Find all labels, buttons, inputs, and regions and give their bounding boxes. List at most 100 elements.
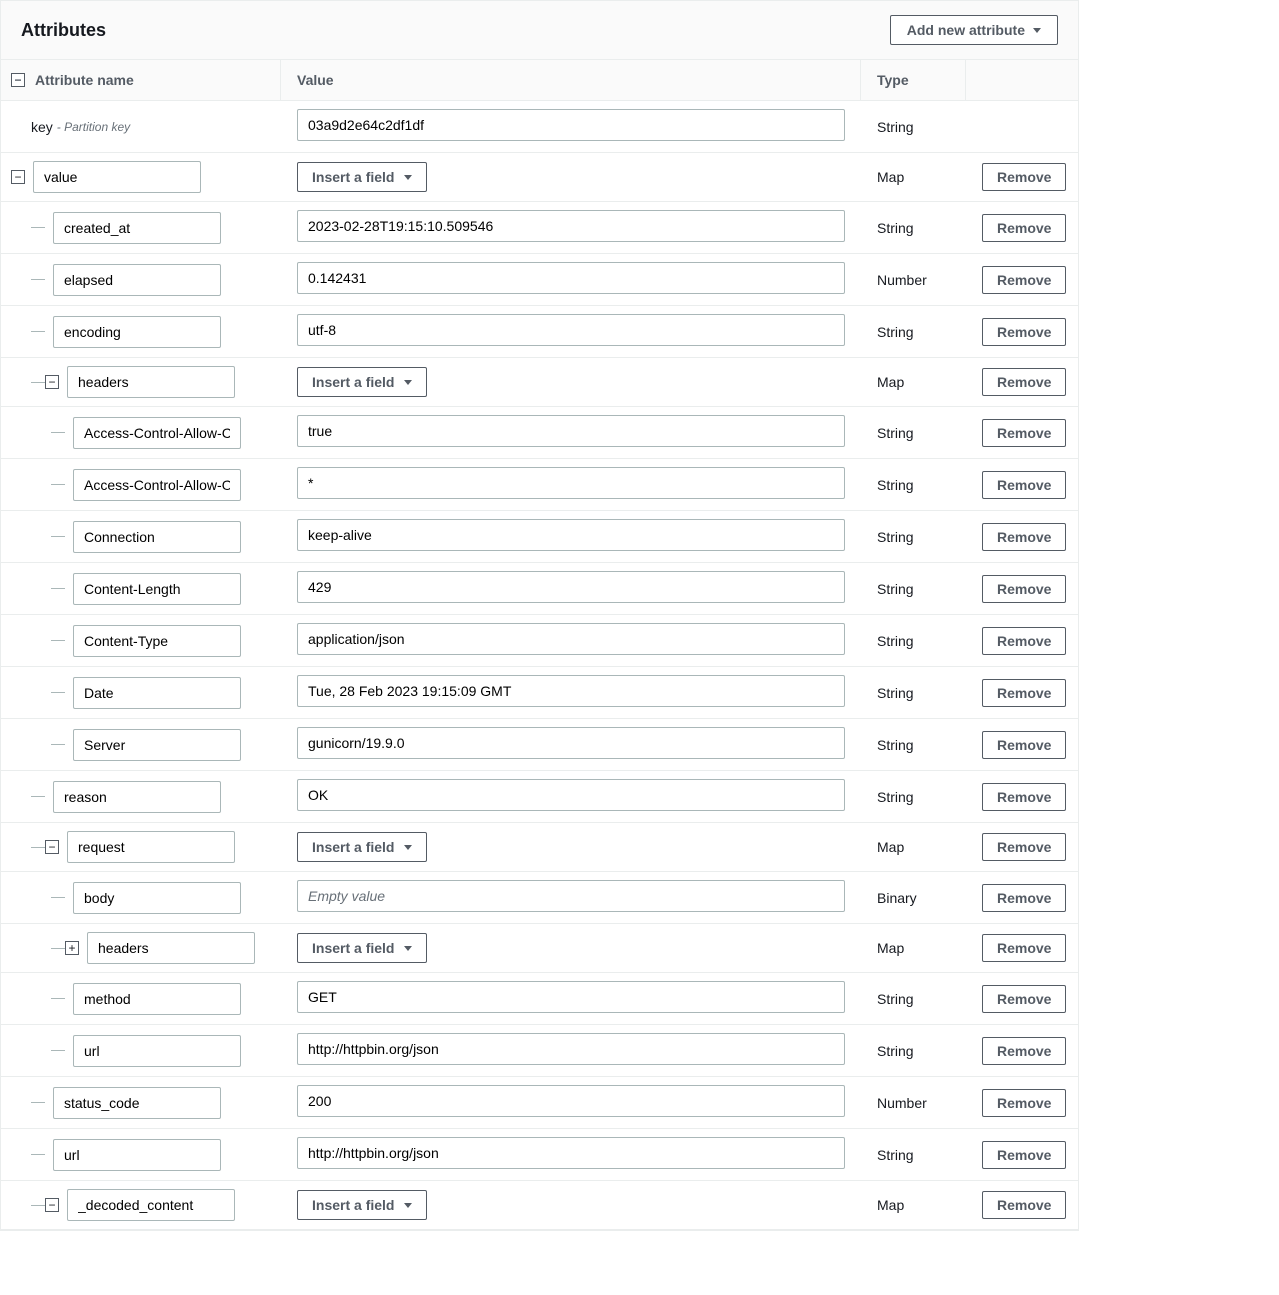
add-new-attribute-button[interactable]: Add new attribute (890, 15, 1058, 45)
remove-button[interactable]: Remove (982, 1141, 1066, 1169)
attribute-value-input[interactable] (297, 1137, 845, 1169)
remove-button[interactable]: Remove (982, 471, 1066, 499)
attribute-name-input[interactable] (53, 781, 221, 813)
attribute-row: NumberRemove (1, 1077, 1078, 1129)
attribute-row: StringRemove (1, 459, 1078, 511)
attribute-value-input[interactable] (297, 623, 845, 655)
cell-type: Map (861, 932, 966, 964)
cell-name (1, 874, 281, 922)
cell-value (281, 719, 861, 770)
attribute-name-input[interactable] (73, 625, 241, 657)
remove-button[interactable]: Remove (982, 1037, 1066, 1065)
attribute-name-input[interactable] (73, 983, 241, 1015)
attribute-name-input[interactable] (73, 1035, 241, 1067)
cell-type: String (861, 781, 966, 813)
insert-field-button[interactable]: Insert a field (297, 1190, 427, 1220)
cell-value (281, 615, 861, 666)
remove-button[interactable]: Remove (982, 627, 1066, 655)
remove-button[interactable]: Remove (982, 985, 1066, 1013)
attribute-name-input[interactable] (53, 316, 221, 348)
attribute-value-input[interactable] (297, 415, 845, 447)
col-header-type: Type (861, 60, 966, 100)
attribute-name-input[interactable] (73, 469, 241, 501)
attribute-name-input[interactable] (73, 521, 241, 553)
remove-button[interactable]: Remove (982, 318, 1066, 346)
collapse-icon[interactable]: − (11, 170, 25, 184)
insert-field-button[interactable]: Insert a field (297, 933, 427, 963)
attribute-value-input[interactable] (297, 1033, 845, 1065)
cell-name (1, 1131, 281, 1179)
remove-button[interactable]: Remove (982, 163, 1066, 191)
attribute-value-input[interactable] (297, 314, 845, 346)
cell-value (281, 1025, 861, 1076)
attribute-value-input[interactable] (297, 109, 845, 141)
attribute-value-input[interactable] (297, 880, 845, 912)
attribute-value-input[interactable] (297, 262, 845, 294)
attribute-name-input[interactable] (73, 573, 241, 605)
insert-field-button[interactable]: Insert a field (297, 367, 427, 397)
remove-button[interactable]: Remove (982, 833, 1066, 861)
cell-name: key - Partition key (1, 111, 281, 143)
attribute-name-input[interactable] (53, 212, 221, 244)
remove-button[interactable]: Remove (982, 1089, 1066, 1117)
remove-button[interactable]: Remove (982, 575, 1066, 603)
collapse-all-toggle[interactable]: − (11, 73, 25, 87)
remove-button[interactable]: Remove (982, 523, 1066, 551)
cell-type: String (861, 983, 966, 1015)
remove-button[interactable]: Remove (982, 368, 1066, 396)
remove-button[interactable]: Remove (982, 884, 1066, 912)
add-new-attribute-label: Add new attribute (907, 22, 1025, 38)
cell-action: Remove (966, 360, 1078, 404)
attribute-name-input[interactable] (73, 882, 241, 914)
attribute-value-input[interactable] (297, 571, 845, 603)
cell-type: Binary (861, 882, 966, 914)
collapse-icon[interactable]: − (45, 375, 59, 389)
insert-field-label: Insert a field (312, 940, 394, 956)
cell-name (1, 565, 281, 613)
attribute-name-input[interactable] (53, 1087, 221, 1119)
remove-button[interactable]: Remove (982, 214, 1066, 242)
cell-value (281, 872, 861, 923)
remove-button[interactable]: Remove (982, 266, 1066, 294)
collapse-icon[interactable]: − (45, 840, 59, 854)
cell-type: String (861, 573, 966, 605)
collapse-icon[interactable]: − (45, 1198, 59, 1212)
attribute-value-input[interactable] (297, 981, 845, 1013)
attribute-name-static: key (11, 119, 53, 135)
attribute-name-input[interactable] (67, 831, 235, 863)
cell-action: Remove (966, 723, 1078, 767)
attribute-value-input[interactable] (297, 467, 845, 499)
attribute-value-input[interactable] (297, 519, 845, 551)
attribute-value-input[interactable] (297, 675, 845, 707)
insert-field-button[interactable]: Insert a field (297, 162, 427, 192)
remove-button[interactable]: Remove (982, 419, 1066, 447)
cell-action: Remove (966, 1029, 1078, 1073)
attribute-name-input[interactable] (53, 264, 221, 296)
attribute-name-input[interactable] (87, 932, 255, 964)
remove-button[interactable]: Remove (982, 731, 1066, 759)
attribute-name-input[interactable] (53, 1139, 221, 1171)
remove-button[interactable]: Remove (982, 934, 1066, 962)
attribute-name-input[interactable] (33, 161, 201, 193)
cell-action: Remove (966, 310, 1078, 354)
attribute-name-input[interactable] (67, 366, 235, 398)
cell-name (1, 513, 281, 561)
attribute-name-input[interactable] (73, 417, 241, 449)
attribute-value-input[interactable] (297, 1085, 845, 1117)
attribute-name-input[interactable] (73, 729, 241, 761)
attribute-value-input[interactable] (297, 727, 845, 759)
remove-button[interactable]: Remove (982, 1191, 1066, 1219)
expand-icon[interactable]: + (65, 941, 79, 955)
attribute-row: NumberRemove (1, 254, 1078, 306)
cell-name (1, 308, 281, 356)
remove-button[interactable]: Remove (982, 783, 1066, 811)
attribute-value-input[interactable] (297, 210, 845, 242)
remove-button[interactable]: Remove (982, 679, 1066, 707)
cell-action: Remove (966, 1133, 1078, 1177)
insert-field-button[interactable]: Insert a field (297, 832, 427, 862)
attribute-value-input[interactable] (297, 779, 845, 811)
cell-name (1, 721, 281, 769)
insert-field-label: Insert a field (312, 1197, 394, 1213)
attribute-name-input[interactable] (73, 677, 241, 709)
attribute-name-input[interactable] (67, 1189, 235, 1221)
